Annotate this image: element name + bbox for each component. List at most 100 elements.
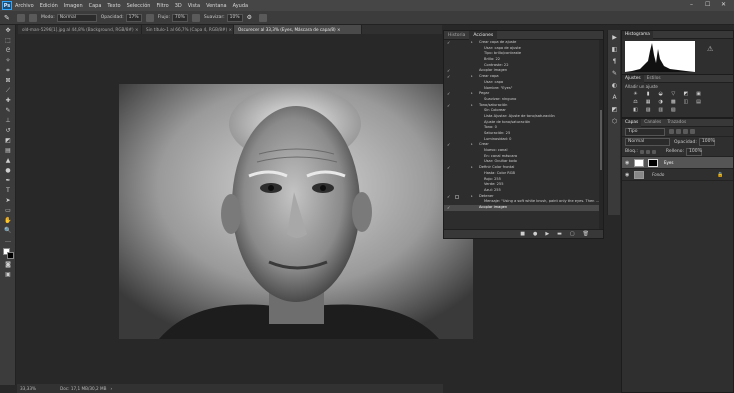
eyedropper-tool-icon[interactable]: ⟋: [3, 87, 13, 95]
minimize-button[interactable]: –: [690, 1, 693, 8]
action-step[interactable]: ✓ Acoplar imagen: [444, 204, 603, 211]
trash-icon[interactable]: 🗑: [583, 231, 589, 237]
color-panel-icon[interactable]: ◐: [610, 82, 619, 90]
filter-type-icon[interactable]: [683, 129, 688, 134]
filter-shape-icon[interactable]: [690, 129, 695, 134]
blend-mode-select[interactable]: Normal: [625, 138, 670, 146]
lock-pixels-icon[interactable]: [639, 149, 644, 154]
crop-tool-icon[interactable]: ⌗: [3, 67, 13, 75]
new-set-icon[interactable]: ▬: [557, 231, 562, 237]
gradient-map-adjust-icon[interactable]: ▥: [657, 107, 664, 113]
character-panel-icon[interactable]: A: [610, 94, 619, 102]
move-tool-icon[interactable]: ✥: [3, 27, 13, 35]
frame-tool-icon[interactable]: ⊠: [3, 77, 13, 85]
tab-capas[interactable]: Capas: [622, 118, 642, 127]
eraser-tool-icon[interactable]: ◩: [3, 137, 13, 145]
check-icon[interactable]: ✓: [447, 205, 450, 211]
brightness-adjust-icon[interactable]: ☀: [632, 91, 639, 97]
tab-old-man[interactable]: old-man-5296[1].jpg al 44,8% (Background…: [18, 25, 142, 34]
levels-adjust-icon[interactable]: ▮: [645, 91, 652, 97]
selective-color-adjust-icon[interactable]: ▧: [670, 107, 677, 113]
airbrush-icon[interactable]: [191, 13, 200, 22]
layer-mask-thumbnail[interactable]: [648, 159, 658, 167]
gear-icon[interactable]: ⚙: [247, 14, 255, 22]
layer-row-eyes[interactable]: ◉ Eyes: [622, 157, 733, 169]
menu-ayuda[interactable]: Ayuda: [233, 3, 248, 9]
color-balance-adjust-icon[interactable]: ⚖: [632, 99, 639, 105]
filter-pixel-icon[interactable]: [669, 129, 674, 134]
brush-tool-icon[interactable]: ✎: [3, 107, 13, 115]
quick-mask-icon[interactable]: ◙: [3, 261, 13, 269]
layer-filter-select[interactable]: Tipo: [625, 127, 665, 136]
layer-row-fondo[interactable]: ◉ Fondo 🔒: [622, 169, 733, 181]
shape-tool-icon[interactable]: ▭: [3, 207, 13, 215]
flow-field[interactable]: 70%: [171, 13, 188, 22]
tab-ajustes[interactable]: Ajustes: [622, 74, 644, 83]
menu-seleccion[interactable]: Selección: [127, 3, 151, 9]
pressure-size-icon[interactable]: [258, 13, 267, 22]
pen-tool-icon[interactable]: ✒: [3, 177, 13, 185]
menu-imagen[interactable]: Imagen: [64, 3, 83, 9]
lock-all-icon[interactable]: [651, 149, 656, 154]
exposure-adjust-icon[interactable]: ▽: [670, 91, 677, 97]
zoom-level[interactable]: 33,33%: [20, 386, 60, 391]
curves-adjust-icon[interactable]: ◒: [657, 91, 664, 97]
tab-canales[interactable]: Canales: [641, 119, 664, 127]
actions-scrollbar[interactable]: [599, 40, 603, 230]
eye-icon[interactable]: ◉: [625, 169, 629, 181]
pressure-opacity-icon[interactable]: [145, 13, 154, 22]
menu-vista[interactable]: Vista: [188, 3, 200, 9]
gradient-tool-icon[interactable]: ▤: [3, 147, 13, 155]
threshold-adjust-icon[interactable]: ▨: [645, 107, 652, 113]
scroll-thumb[interactable]: [600, 110, 602, 170]
posterize-adjust-icon[interactable]: ◧: [632, 107, 639, 113]
channel-mixer-adjust-icon[interactable]: ▩: [670, 99, 677, 105]
smoothing-field[interactable]: 10%: [226, 13, 243, 22]
layer-name[interactable]: Fondo: [652, 169, 664, 181]
new-action-icon[interactable]: ▢: [570, 231, 575, 237]
maximize-button[interactable]: ☐: [705, 1, 710, 8]
opacity-field[interactable]: 17%: [125, 13, 142, 22]
tab-trazados[interactable]: Trazados: [664, 119, 689, 127]
fill-field[interactable]: 100%: [686, 147, 702, 156]
paragraph-panel-icon[interactable]: ¶: [610, 58, 619, 66]
history-brush-tool-icon[interactable]: ↺: [3, 127, 13, 135]
photo-filter-adjust-icon[interactable]: ◑: [657, 99, 664, 105]
path-select-tool-icon[interactable]: ➤: [3, 197, 13, 205]
menu-texto[interactable]: Texto: [107, 3, 120, 9]
brush-preset-picker[interactable]: [17, 13, 25, 22]
screen-mode-icon[interactable]: ▣: [3, 271, 13, 279]
tab-estilos[interactable]: Estilos: [644, 75, 664, 83]
swatches-panel-icon[interactable]: ◩: [610, 106, 619, 114]
tab-acciones[interactable]: Acciones: [469, 30, 498, 40]
menu-archivo[interactable]: Archivo: [15, 3, 34, 9]
lock-position-icon[interactable]: [645, 149, 650, 154]
background-color-swatch[interactable]: [7, 252, 14, 259]
menu-ventana[interactable]: Ventana: [206, 3, 227, 9]
more-tools-icon[interactable]: …: [3, 237, 13, 245]
brush-panel-icon[interactable]: ✎: [610, 70, 619, 78]
play-panel-icon[interactable]: ▶: [610, 34, 619, 42]
dialog-toggle-icon[interactable]: [455, 194, 459, 199]
tab-oscurecer[interactable]: Oscurecer al 33,3% (Eyes, Máscara de cap…: [234, 25, 362, 34]
zoom-tool-icon[interactable]: 🔍: [3, 227, 13, 235]
filter-adjust-icon[interactable]: [676, 129, 681, 134]
chevron-right-icon[interactable]: ›: [111, 386, 113, 391]
color-lookup-adjust-icon[interactable]: ◫: [682, 99, 689, 105]
brush-settings-icon[interactable]: [29, 13, 37, 22]
hue-adjust-icon[interactable]: ▣: [695, 91, 702, 97]
blur-tool-icon[interactable]: ▲: [3, 157, 13, 165]
eye-icon[interactable]: ◉: [625, 157, 629, 169]
layer-name[interactable]: Eyes: [664, 157, 673, 169]
vibrance-adjust-icon[interactable]: ◩: [682, 91, 689, 97]
invert-adjust-icon[interactable]: ▤: [695, 99, 702, 105]
document-canvas-photo[interactable]: [119, 84, 473, 339]
clone-stamp-tool-icon[interactable]: ⊥: [3, 117, 13, 125]
libraries-panel-icon[interactable]: ⬡: [610, 118, 619, 126]
tab-sin-titulo[interactable]: Sin título-1 al 66,7% (Capa 4, RGB/8#) ×: [142, 25, 234, 34]
healing-brush-tool-icon[interactable]: ✚: [3, 97, 13, 105]
layer-opacity-field[interactable]: 100%: [698, 138, 715, 146]
type-tool-icon[interactable]: T: [3, 187, 13, 195]
marquee-tool-icon[interactable]: ⬚: [3, 37, 13, 45]
brush-tool-icon[interactable]: ✎: [4, 14, 13, 22]
